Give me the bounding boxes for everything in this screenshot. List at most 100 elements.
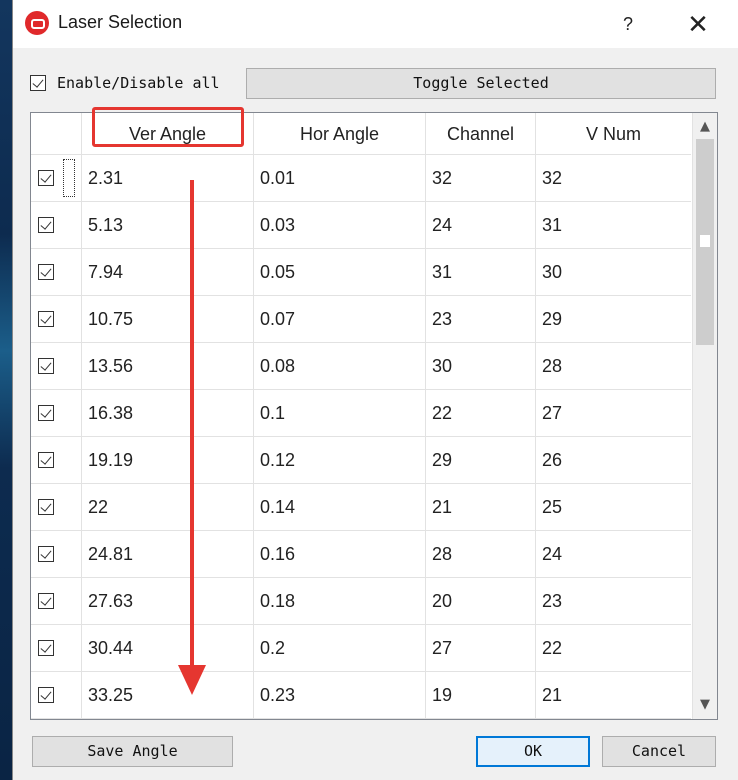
row-checkbox-cell[interactable]	[31, 390, 82, 436]
row-checkbox[interactable]	[38, 593, 54, 609]
table-row[interactable]: 19.19 0.12 29 26	[31, 437, 691, 484]
cell-channel[interactable]: 31	[426, 249, 536, 295]
column-header-v-num[interactable]: V Num	[536, 113, 691, 155]
row-checkbox-cell[interactable]	[31, 578, 82, 624]
row-checkbox-cell[interactable]	[31, 343, 82, 389]
cell-ver-angle[interactable]: 27.63	[82, 578, 254, 624]
cell-v-num[interactable]: 21	[536, 672, 691, 718]
table-row[interactable]: 5.13 0.03 24 31	[31, 202, 691, 249]
row-checkbox-cell[interactable]	[31, 531, 82, 577]
row-checkbox-cell[interactable]	[31, 155, 82, 201]
table-row[interactable]: 10.75 0.07 23 29	[31, 296, 691, 343]
cell-hor-angle[interactable]: 0.1	[254, 390, 426, 436]
cell-ver-angle[interactable]: 30.44	[82, 625, 254, 671]
row-checkbox[interactable]	[38, 452, 54, 468]
cell-v-num[interactable]: 26	[536, 437, 691, 483]
row-checkbox[interactable]	[38, 405, 54, 421]
row-checkbox-cell[interactable]	[31, 437, 82, 483]
cell-v-num[interactable]: 22	[536, 625, 691, 671]
cell-channel[interactable]: 29	[426, 437, 536, 483]
cell-v-num[interactable]: 28	[536, 343, 691, 389]
row-checkbox[interactable]	[38, 546, 54, 562]
cell-v-num[interactable]: 32	[536, 155, 691, 201]
cell-hor-angle[interactable]: 0.2	[254, 625, 426, 671]
cell-v-num[interactable]: 30	[536, 249, 691, 295]
cell-hor-angle[interactable]: 0.07	[254, 296, 426, 342]
cell-hor-angle[interactable]: 0.23	[254, 672, 426, 718]
row-checkbox[interactable]	[38, 499, 54, 515]
row-checkbox-cell[interactable]	[31, 202, 82, 248]
row-checkbox[interactable]	[38, 311, 54, 327]
cell-channel[interactable]: 28	[426, 531, 536, 577]
row-checkbox[interactable]	[38, 358, 54, 374]
cell-ver-angle[interactable]: 24.81	[82, 531, 254, 577]
table-row[interactable]: 22 0.14 21 25	[31, 484, 691, 531]
scroll-thumb[interactable]	[696, 139, 714, 345]
cell-channel[interactable]: 19	[426, 672, 536, 718]
table-row[interactable]: 16.38 0.1 22 27	[31, 390, 691, 437]
vertical-scrollbar[interactable]: ▲ ▼	[692, 113, 717, 719]
chevron-down-icon[interactable]: ▼	[693, 693, 717, 717]
save-angle-button[interactable]: Save Angle	[32, 736, 233, 767]
row-checkbox-cell[interactable]	[31, 484, 82, 530]
row-checkbox-cell[interactable]	[31, 249, 82, 295]
cell-ver-angle[interactable]: 5.13	[82, 202, 254, 248]
table-row[interactable]: 27.63 0.18 20 23	[31, 578, 691, 625]
table-row[interactable]: 2.31 0.01 32 32	[31, 155, 691, 202]
cell-channel[interactable]: 32	[426, 155, 536, 201]
cell-hor-angle[interactable]: 0.03	[254, 202, 426, 248]
cancel-button[interactable]: Cancel	[602, 736, 716, 767]
cell-ver-angle[interactable]: 13.56	[82, 343, 254, 389]
cell-channel[interactable]: 24	[426, 202, 536, 248]
table-row[interactable]: 13.56 0.08 30 28	[31, 343, 691, 390]
cell-hor-angle[interactable]: 0.14	[254, 484, 426, 530]
table-row[interactable]: 24.81 0.16 28 24	[31, 531, 691, 578]
cell-hor-angle[interactable]: 0.05	[254, 249, 426, 295]
cell-hor-angle[interactable]: 0.18	[254, 578, 426, 624]
cell-hor-angle[interactable]: 0.08	[254, 343, 426, 389]
toggle-selected-button[interactable]: Toggle Selected	[246, 68, 716, 99]
column-header-channel[interactable]: Channel	[426, 113, 536, 155]
cell-v-num[interactable]: 25	[536, 484, 691, 530]
cell-channel[interactable]: 22	[426, 390, 536, 436]
help-button[interactable]: ?	[611, 10, 645, 38]
cell-v-num[interactable]: 27	[536, 390, 691, 436]
enable-all-check-icon[interactable]	[30, 75, 46, 91]
cell-channel[interactable]: 21	[426, 484, 536, 530]
cell-channel[interactable]: 30	[426, 343, 536, 389]
cell-ver-angle[interactable]: 22	[82, 484, 254, 530]
cell-hor-angle[interactable]: 0.01	[254, 155, 426, 201]
row-checkbox-cell[interactable]	[31, 672, 82, 718]
cell-hor-angle[interactable]: 0.16	[254, 531, 426, 577]
cell-ver-angle[interactable]: 10.75	[82, 296, 254, 342]
row-checkbox[interactable]	[38, 170, 54, 186]
row-checkbox[interactable]	[38, 640, 54, 656]
cell-ver-angle[interactable]: 33.25	[82, 672, 254, 718]
cell-v-num[interactable]: 23	[536, 578, 691, 624]
cell-hor-angle[interactable]: 0.12	[254, 437, 426, 483]
cell-v-num[interactable]: 29	[536, 296, 691, 342]
chevron-up-icon[interactable]: ▲	[693, 115, 717, 139]
close-button[interactable]: ✕	[675, 8, 721, 40]
annotation-highlight-box	[92, 107, 244, 147]
ok-button[interactable]: OK	[476, 736, 590, 767]
table-row[interactable]: 30.44 0.2 27 22	[31, 625, 691, 672]
cell-ver-angle[interactable]: 7.94	[82, 249, 254, 295]
cell-ver-angle[interactable]: 2.31	[82, 155, 254, 201]
cell-channel[interactable]: 27	[426, 625, 536, 671]
cell-ver-angle[interactable]: 16.38	[82, 390, 254, 436]
row-checkbox-cell[interactable]	[31, 296, 82, 342]
row-checkbox-cell[interactable]	[31, 625, 82, 671]
row-checkbox[interactable]	[38, 264, 54, 280]
row-checkbox[interactable]	[38, 217, 54, 233]
cell-v-num[interactable]: 31	[536, 202, 691, 248]
cell-channel[interactable]: 23	[426, 296, 536, 342]
cell-channel[interactable]: 20	[426, 578, 536, 624]
table-row[interactable]: 33.25 0.23 19 21	[31, 672, 691, 719]
column-header-hor-angle[interactable]: Hor Angle	[254, 113, 426, 155]
table-row[interactable]: 7.94 0.05 31 30	[31, 249, 691, 296]
row-checkbox[interactable]	[38, 687, 54, 703]
cell-ver-angle[interactable]: 19.19	[82, 437, 254, 483]
focus-indicator	[63, 159, 75, 197]
cell-v-num[interactable]: 24	[536, 531, 691, 577]
